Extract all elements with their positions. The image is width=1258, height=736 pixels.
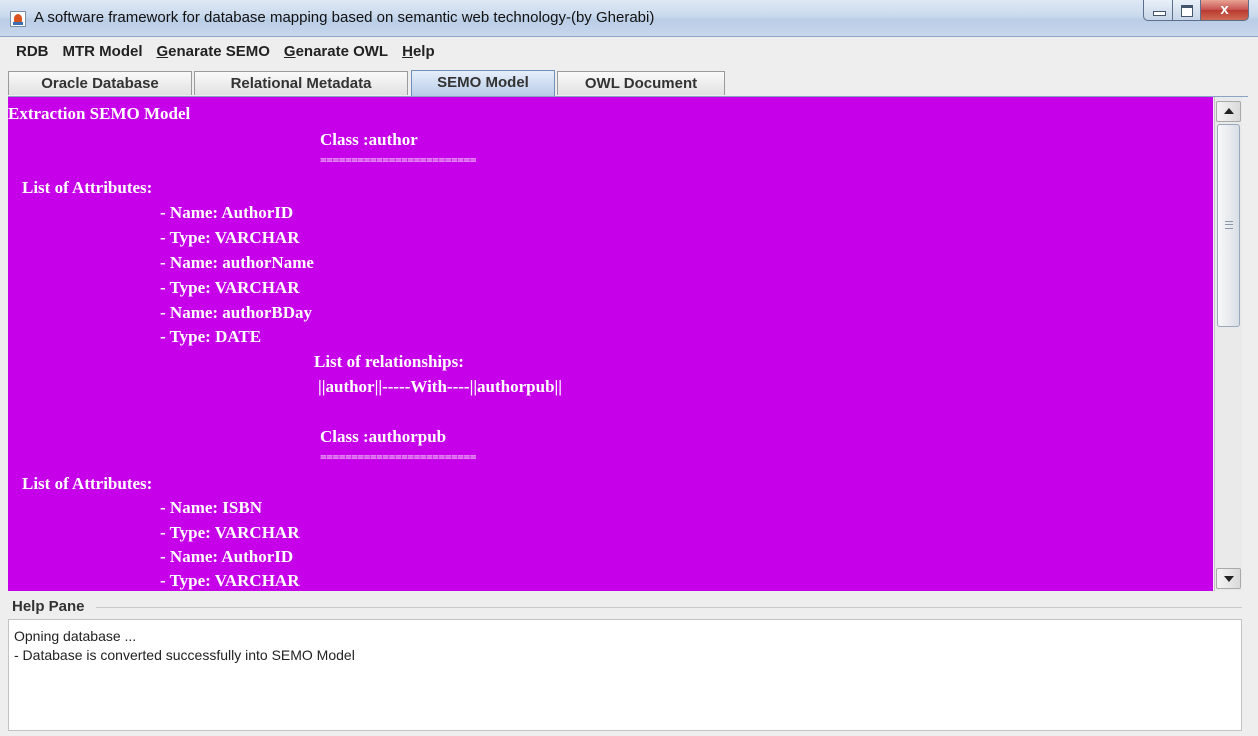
menu-help[interactable]: Help [396, 43, 441, 60]
close-icon: x [1220, 1, 1229, 18]
attribute-line: - Name: ISBN [160, 498, 262, 517]
vertical-scrollbar[interactable] [1214, 97, 1242, 591]
attribute-line: - Type: VARCHAR [160, 228, 300, 247]
attribute-line: - Name: AuthorID [160, 547, 294, 566]
grip-icon [1225, 221, 1233, 229]
attributes-heading: List of Attributes: [22, 178, 153, 197]
menu-generate-semo[interactable]: Genarate SEMO [151, 43, 276, 60]
tab-owl-document[interactable]: OWL Document [557, 71, 725, 95]
extraction-heading: Extraction SEMO Model [8, 104, 191, 123]
attribute-line: - Type: VARCHAR [160, 278, 300, 297]
window-title: A software framework for database mappin… [34, 9, 655, 26]
tab-strip: Oracle Database Relational Metadata SEMO… [8, 70, 1248, 97]
attribute-line: - Name: AuthorID [160, 203, 294, 222]
relationships-heading: List of relationships: [314, 352, 464, 371]
maximize-button[interactable] [1173, 0, 1201, 21]
close-button[interactable]: x [1201, 0, 1249, 21]
attribute-line: - Type: VARCHAR [160, 571, 300, 590]
scroll-up-button[interactable] [1216, 101, 1241, 122]
class-underline: ========================= [320, 153, 477, 167]
tab-oracle-database[interactable]: Oracle Database [8, 71, 192, 95]
class-title: Class :author [320, 130, 418, 149]
help-line: - Database is converted successfully int… [14, 647, 355, 663]
menu-generate-owl[interactable]: Genarate OWL [278, 43, 394, 60]
menu-bar: RDB MTR Model Genarate SEMO Genarate OWL… [0, 37, 1258, 66]
help-pane-title: Help Pane [12, 598, 85, 615]
scroll-down-button[interactable] [1216, 568, 1241, 589]
relationship-line: ||author||-----With----||authorpub|| [318, 377, 563, 396]
minimize-button[interactable] [1143, 0, 1173, 21]
help-pane-border [96, 607, 1242, 608]
tab-relational-metadata[interactable]: Relational Metadata [194, 71, 408, 95]
attribute-line: - Name: authorName [160, 253, 314, 272]
tab-semo-model[interactable]: SEMO Model [411, 70, 555, 96]
title-bar: A software framework for database mappin… [0, 0, 1258, 37]
java-app-icon [10, 11, 26, 27]
semo-model-text-area[interactable]: Extraction SEMO Model Class :author ====… [8, 97, 1213, 591]
help-pane-text-area[interactable]: Opning database ... - Database is conver… [8, 619, 1242, 731]
menu-rdb[interactable]: RDB [10, 43, 55, 60]
attributes-heading: List of Attributes: [22, 474, 153, 493]
class-title: Class :authorpub [320, 427, 447, 446]
attribute-line: - Type: DATE [160, 327, 262, 346]
attribute-line: - Name: authorBDay [160, 303, 313, 322]
window-controls: x [1143, 0, 1249, 22]
attribute-line: - Type: VARCHAR [160, 523, 300, 542]
help-line: Opning database ... [14, 628, 137, 644]
menu-mtr-model[interactable]: MTR Model [57, 43, 149, 60]
class-underline: ========================= [320, 450, 477, 464]
scroll-thumb[interactable] [1217, 124, 1240, 327]
